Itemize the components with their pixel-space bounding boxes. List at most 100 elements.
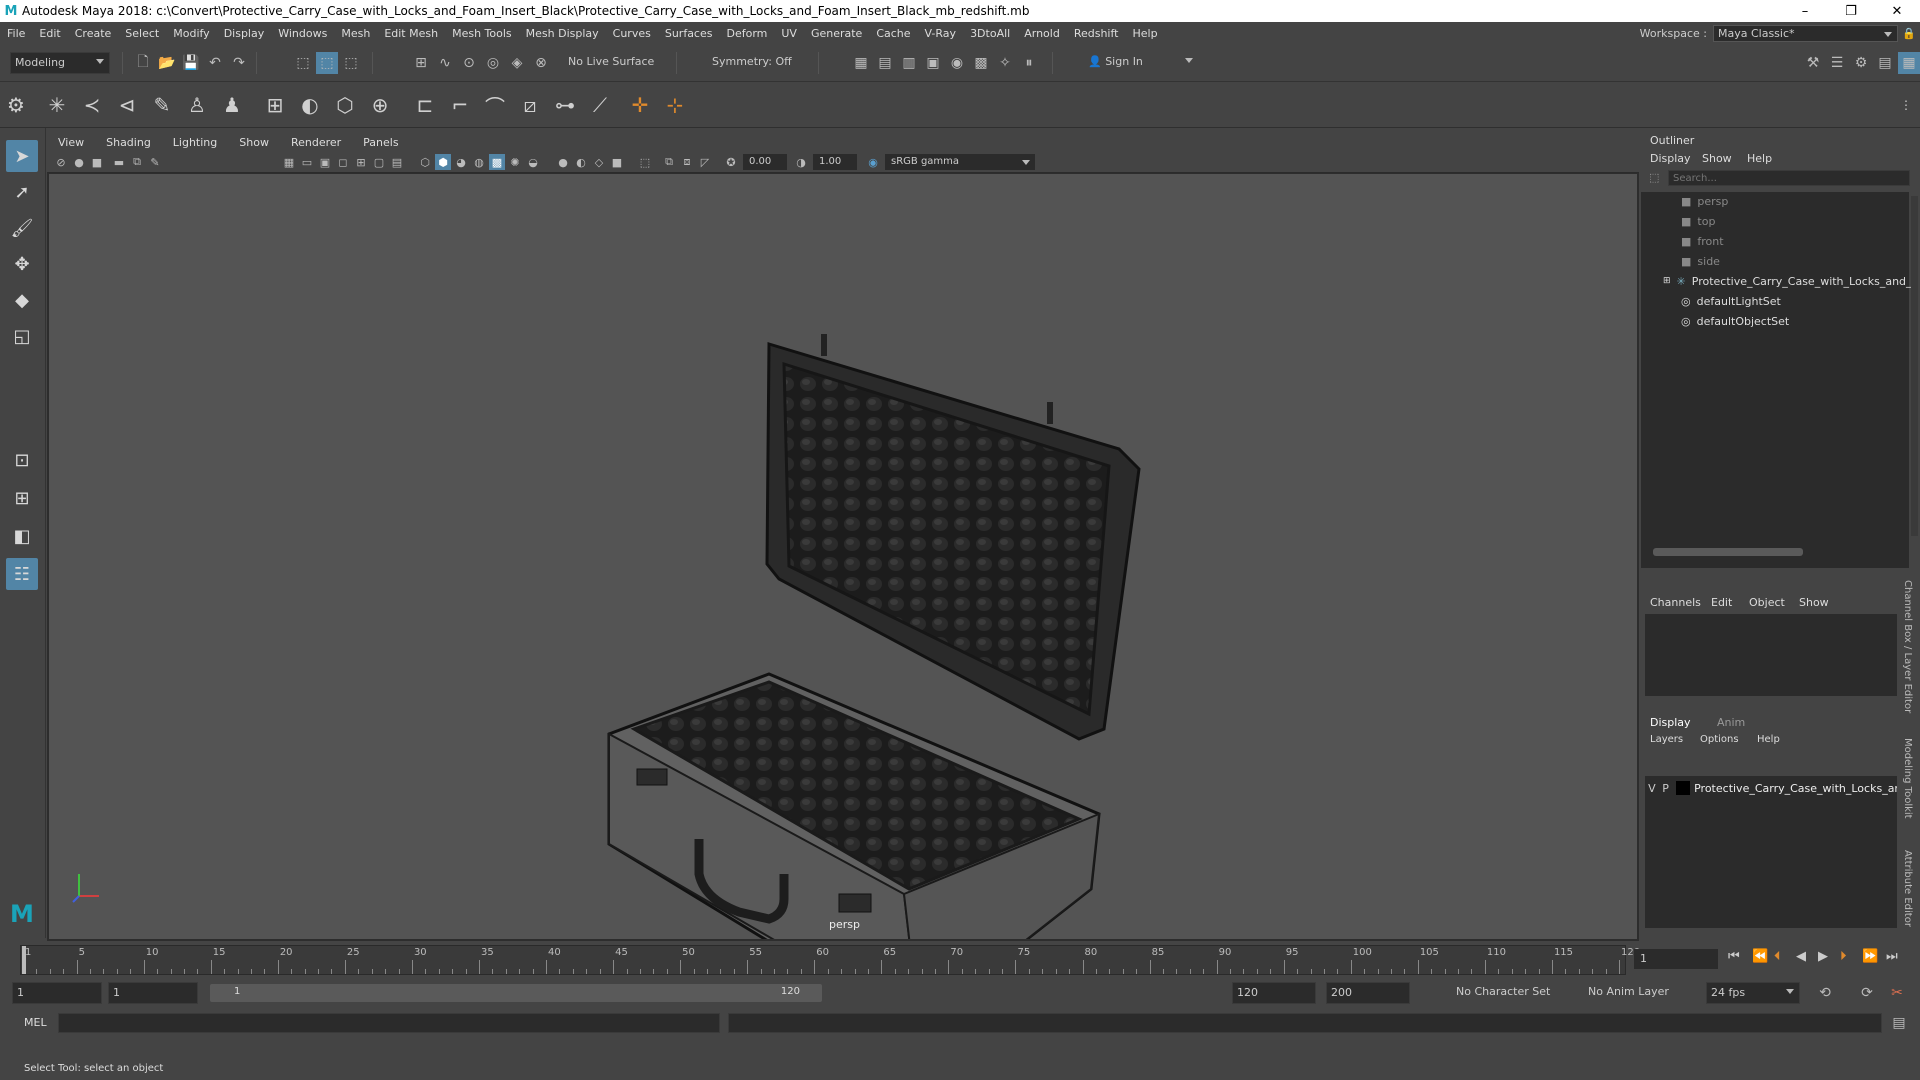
light-editor-icon[interactable]: ✧ [994,52,1016,74]
go-to-start-icon[interactable]: ⏮ [1728,949,1740,964]
scale-tool-icon[interactable]: ◱ [6,320,38,352]
viewport-menu-shading[interactable]: Shading [95,136,162,149]
workspace-dropdown[interactable]: Maya Classic* [1713,24,1898,42]
menu-curves[interactable]: Curves [606,27,658,40]
layer-menu-help[interactable]: Help [1757,734,1780,745]
four-view-icon[interactable]: ⊞ [6,482,38,514]
layout-toggle-icon[interactable]: ▦ [1898,52,1920,74]
redo-icon[interactable]: ↷ [228,52,250,74]
rotate-tool-icon[interactable]: ◆ [6,284,38,316]
shadows-icon[interactable]: ◒ [525,154,541,170]
select-object-icon[interactable]: ⬚ [316,52,338,74]
open-scene-icon[interactable]: 📂 [156,52,178,74]
menu-redshift[interactable]: Redshift [1067,27,1126,40]
outliner-item-default-light-set[interactable]: ◎ defaultLightSet [1681,292,1781,310]
channel-menu-object[interactable]: Object [1749,596,1785,609]
render-settings-icon[interactable]: ▣ [922,52,944,74]
pause-viewport-icon[interactable]: ⏸ [1018,52,1040,74]
menu-generate[interactable]: Generate [804,27,869,40]
outliner-search-input[interactable] [1668,170,1910,186]
wireframe-icon[interactable]: ⬡ [417,154,433,170]
outliner-item-persp[interactable]: ■ persp [1681,192,1728,210]
target-weld-icon[interactable]: ⊶ [550,90,580,120]
shelf-scroll-icon[interactable]: ⋮ [1896,90,1916,120]
script-editor-icon[interactable]: ▤ [1888,1012,1910,1034]
xray-icon[interactable]: ⧉ [661,154,677,170]
paint-select-icon[interactable]: 🖌 [6,212,38,244]
depth-of-field-icon[interactable]: ■ [609,154,625,170]
lasso-tool-icon[interactable]: ➚ [6,176,38,208]
menu-mesh-display[interactable]: Mesh Display [519,27,606,40]
xray-components-icon[interactable]: ◸ [697,154,713,170]
anti-aliasing-icon[interactable]: ◇ [591,154,607,170]
fps-dropdown[interactable]: 24 fps [1706,982,1800,1004]
channel-menu-edit[interactable]: Edit [1711,596,1732,609]
outliner-item-top[interactable]: ■ top [1681,212,1715,230]
isolate-select-icon[interactable]: ⬚ [637,154,653,170]
carry-case-model[interactable] [49,174,1637,939]
select-tool-icon[interactable]: ➤ [6,140,38,172]
playback-start-field[interactable]: 1 [108,982,198,1004]
channel-menu-show[interactable]: Show [1799,596,1829,609]
channel-box-toggle-icon[interactable]: ▤ [1874,52,1896,74]
render-frame-icon[interactable]: ▤ [874,52,896,74]
command-language-label[interactable]: MEL [24,1016,47,1029]
ik-handle-icon[interactable]: ♟ [217,90,247,120]
menu-uv[interactable]: UV [774,27,804,40]
anim-layer-dropdown[interactable]: No Anim Layer [1584,982,1688,1004]
xray-joints-icon[interactable]: ⧈ [679,154,695,170]
menu-file[interactable]: File [0,27,32,40]
viewport-menu-view[interactable]: View [47,136,95,149]
poly-cylinder-icon[interactable]: ⬡ [330,90,360,120]
select-hierarchy-icon[interactable]: ⬚ [292,52,314,74]
safe-title-icon[interactable]: ▤ [389,154,405,170]
outliner-menu-show[interactable]: Show [1702,152,1732,165]
save-scene-icon[interactable]: 💾 [180,52,202,74]
color-management-icon[interactable]: ◉ [865,154,881,170]
current-frame-field[interactable]: 1 [1634,949,1718,969]
play-backward-icon[interactable]: ◀ [1796,949,1806,964]
bridge-icon[interactable]: ⌒ [480,90,510,120]
time-ruler[interactable]: 1 5 10 15 20 25 30 35 40 45 50 55 60 65 70 75 80 85 90 95 10… [20,945,1640,975]
character-set-dropdown[interactable]: No Character Set [1452,982,1568,1004]
select-component-icon[interactable]: ⬚ [340,52,362,74]
ep-curve-icon[interactable]: ≺ [77,90,107,120]
shelf-options-icon[interactable]: ⚙ [6,90,26,120]
grid-toggle-icon[interactable]: ▦ [281,154,297,170]
viewport-menu-lighting[interactable]: Lighting [162,136,228,149]
go-to-end-icon[interactable]: ⏭ [1886,949,1898,964]
poly-plane-icon[interactable]: ⊕ [365,90,395,120]
textured-icon[interactable]: ▩ [489,154,505,170]
playback-end-field[interactable]: 120 [1232,982,1316,1004]
layer-menu-layers[interactable]: Layers [1650,734,1683,745]
resolution-gate-icon[interactable]: ▣ [317,154,333,170]
grease-pencil-icon[interactable]: ✎ [147,154,163,170]
nurbs-cv-curve-icon[interactable]: ✳ [42,90,72,120]
two-view-icon[interactable]: ◧ [6,520,38,552]
pencil-curve-icon[interactable]: ✎ [147,90,177,120]
scene-start-field[interactable]: 1 [12,982,102,1004]
snap-grid-icon[interactable]: ⊞ [410,52,432,74]
motion-blur-icon[interactable]: ◐ [573,154,589,170]
tab-attribute-editor[interactable]: Attribute Editor [1902,850,1913,927]
two-d-pan-icon[interactable]: ⧉ [129,154,145,170]
field-chart-icon[interactable]: ⊞ [353,154,369,170]
close-button[interactable]: ✕ [1874,0,1920,22]
viewport-canvas[interactable]: persp [49,174,1637,939]
step-back-frame-icon[interactable]: ⏴ [1774,949,1781,964]
offset-edge-loop-icon[interactable]: ⊹ [660,90,690,120]
ipr-render-icon[interactable]: ▥ [898,52,920,74]
poly-cube-icon[interactable]: ⊞ [260,90,290,120]
lock-icon[interactable]: 🔒 [1898,27,1920,40]
minimize-button[interactable]: – [1782,0,1828,22]
snap-live-icon[interactable]: ⊗ [530,52,552,74]
live-surface-field[interactable]: No Live Surface [564,52,664,74]
use-default-material-icon[interactable]: ◕ [453,154,469,170]
menu-cache[interactable]: Cache [869,27,917,40]
use-all-lights-icon[interactable]: ✺ [507,154,523,170]
gate-mask-icon[interactable]: ◻ [335,154,351,170]
range-slider-bar[interactable]: 1 120 [210,984,822,1002]
bookmark-icon[interactable]: ■ [89,154,105,170]
step-forward-key-icon[interactable]: ⏩ [1862,949,1878,964]
step-back-key-icon[interactable]: ⏪ [1752,949,1768,964]
